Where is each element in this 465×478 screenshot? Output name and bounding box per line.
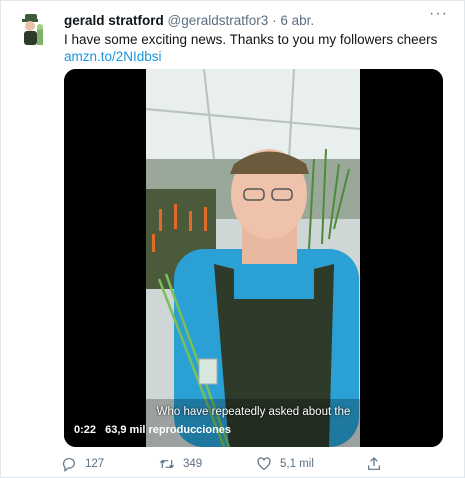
tweet-link[interactable]: amzn.to/2NIdbsi — [64, 49, 162, 64]
separator-dot: · — [272, 13, 277, 28]
share-button[interactable] — [366, 456, 382, 472]
tweet-card[interactable]: gerald stratford @geraldstratfor3 · 6 ab… — [0, 0, 465, 478]
author-handle[interactable]: @geraldstratfor3 — [168, 13, 269, 28]
heart-icon — [257, 457, 271, 471]
tweet-date[interactable]: 6 abr. — [280, 13, 314, 28]
author-name[interactable]: gerald stratford — [64, 13, 164, 28]
share-icon — [368, 457, 380, 470]
more-icon[interactable]: ··· — [429, 6, 447, 25]
video-time: 0:22 — [74, 424, 97, 436]
tweet-text: I have some exciting news. Thanks to you… — [64, 32, 438, 47]
retweet-icon — [159, 459, 175, 469]
tweet-header: gerald stratford @geraldstratfor3 · 6 ab… — [64, 13, 314, 28]
like-button[interactable]: 5,1 mil — [256, 456, 314, 472]
retweet-button[interactable]: 349 — [159, 456, 202, 472]
reply-button[interactable]: 127 — [61, 456, 104, 472]
tweet-actions: 127 349 5,1 mil — [61, 456, 401, 474]
retweet-count: 349 — [183, 458, 203, 470]
avatar[interactable] — [19, 11, 49, 49]
video-subtitle: Who have repeatedly asked about the — [156, 406, 351, 418]
reply-icon — [63, 458, 75, 472]
video-player[interactable]: Who have repeatedly asked about the 0:22… — [64, 69, 443, 447]
like-count: 5,1 mil — [280, 458, 314, 470]
reply-count: 127 — [85, 458, 105, 470]
video-views: 63,9 mil reproducciones — [105, 424, 232, 436]
video-stats: 0:22 63,9 mil reproducciones — [74, 424, 237, 436]
video-frame — [64, 69, 443, 447]
